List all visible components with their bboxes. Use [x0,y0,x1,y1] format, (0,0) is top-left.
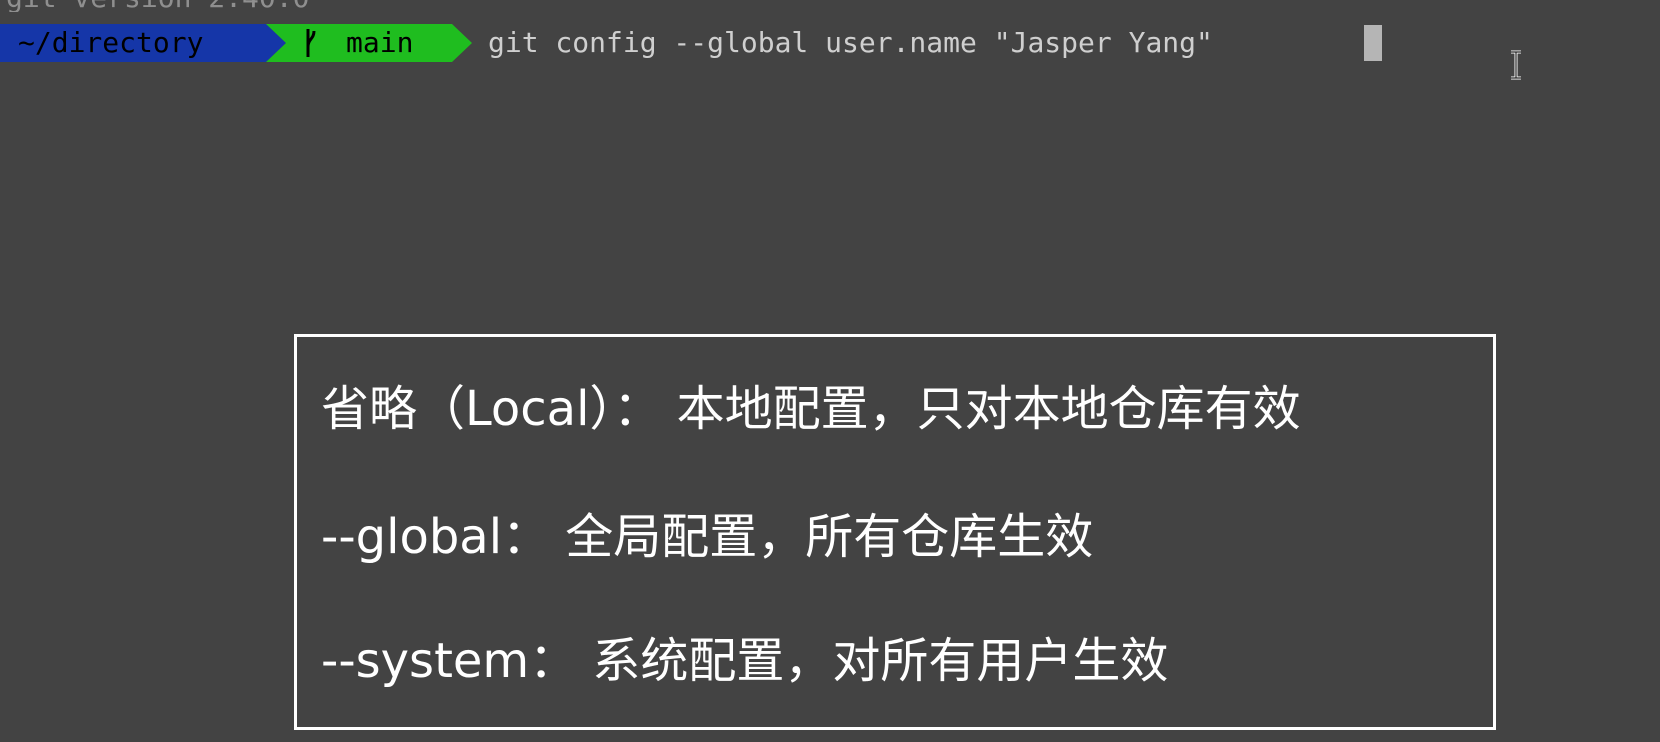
terminal-cursor [1364,25,1382,61]
previous-output-line: git version 2.40.0 [6,0,309,12]
info-line-global: --global： 全局配置，所有仓库生效 [321,509,1094,565]
prompt-branch-label: main [346,26,414,59]
terminal-window[interactable]: git version 2.40.0 ~/directory main git … [0,0,1660,742]
info-line-local: 省略（Local）： 本地配置，只对本地仓库有效 [321,381,1301,437]
git-branch-icon [306,29,316,57]
text-cursor-ibeam-icon [1511,50,1521,80]
prompt-line: ~/directory main git config --global use… [0,24,1660,62]
config-scope-info-box: 省略（Local）： 本地配置，只对本地仓库有效 --global： 全局配置，… [294,334,1496,730]
command-input[interactable]: git config --global user.name "Jasper Ya… [488,24,1213,62]
info-line-system: --system： 系统配置，对所有用户生效 [321,633,1169,689]
prompt-directory-label: ~/directory [18,26,204,59]
